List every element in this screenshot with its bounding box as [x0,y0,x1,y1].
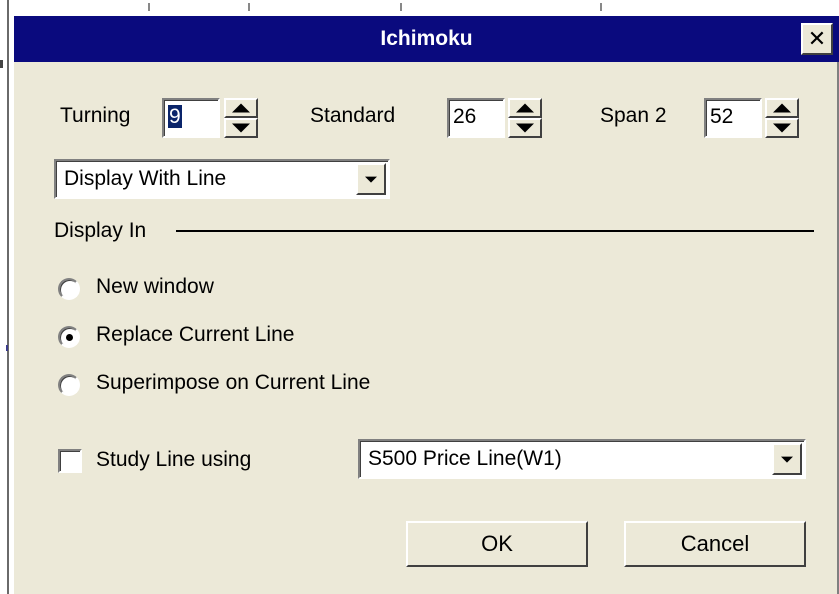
background-tick [400,3,402,11]
close-button[interactable]: ✕ [801,23,833,55]
turning-label: Turning [60,104,131,127]
cancel-button[interactable]: Cancel [624,521,806,567]
spin-up-icon [516,103,534,113]
span2-spinner[interactable] [765,98,799,138]
turning-spin-down[interactable] [224,118,258,138]
turning-spinner[interactable] [224,98,258,138]
display-in-divider [176,230,814,232]
ichimoku-dialog: Ichimoku ✕ Turning 9 Standard 26 Span 2 … [12,14,839,594]
turning-spin-up[interactable] [224,98,258,118]
background-tick [148,3,150,11]
background-window-border [7,0,9,594]
turning-input[interactable]: 9 [162,98,220,138]
spin-up-icon [773,103,791,113]
dialog-title: Ichimoku [380,27,473,50]
study-line-dropdown-button[interactable] [772,443,802,475]
background-window-edge [0,0,839,12]
span2-label: Span 2 [600,104,667,127]
background-mark [6,345,8,351]
standard-input[interactable]: 26 [447,98,505,138]
radio-superimpose-label[interactable]: Superimpose on Current Line [96,371,370,395]
study-line-label[interactable]: Study Line using [96,448,251,472]
radio-dot-icon [65,333,73,341]
radio-replace-current-line[interactable] [58,326,80,348]
display-mode-value: Display With Line [64,167,227,190]
ok-button[interactable]: OK [406,521,588,567]
background-mark [0,60,3,68]
display-in-label: Display In [54,219,147,242]
spin-down-icon [232,123,250,133]
radio-new-window[interactable] [58,278,80,300]
spin-down-icon [773,123,791,133]
turning-value: 9 [168,105,182,128]
standard-label: Standard [310,104,396,127]
dropdown-arrow-icon [781,456,793,463]
display-mode-dropdown-button[interactable] [356,163,386,195]
radio-replace-current-line-label[interactable]: Replace Current Line [96,323,294,347]
background-tick [248,3,250,11]
background-tick [600,3,602,11]
span2-spin-up[interactable] [765,98,799,118]
span2-spin-down[interactable] [765,118,799,138]
radio-superimpose[interactable] [58,374,80,396]
study-line-value: S500 Price Line(W1) [368,447,562,470]
display-mode-select[interactable]: Display With Line [54,159,390,199]
dropdown-arrow-icon [365,176,377,183]
span2-input[interactable]: 52 [704,98,762,138]
title-bar[interactable]: Ichimoku ✕ [14,16,839,62]
study-line-checkbox[interactable] [58,449,82,473]
radio-new-window-label[interactable]: New window [96,275,214,299]
close-icon: ✕ [807,26,827,51]
standard-spinner[interactable] [508,98,542,138]
standard-spin-up[interactable] [508,98,542,118]
spin-up-icon [232,103,250,113]
study-line-select[interactable]: S500 Price Line(W1) [358,439,806,479]
standard-spin-down[interactable] [508,118,542,138]
spin-down-icon [516,123,534,133]
